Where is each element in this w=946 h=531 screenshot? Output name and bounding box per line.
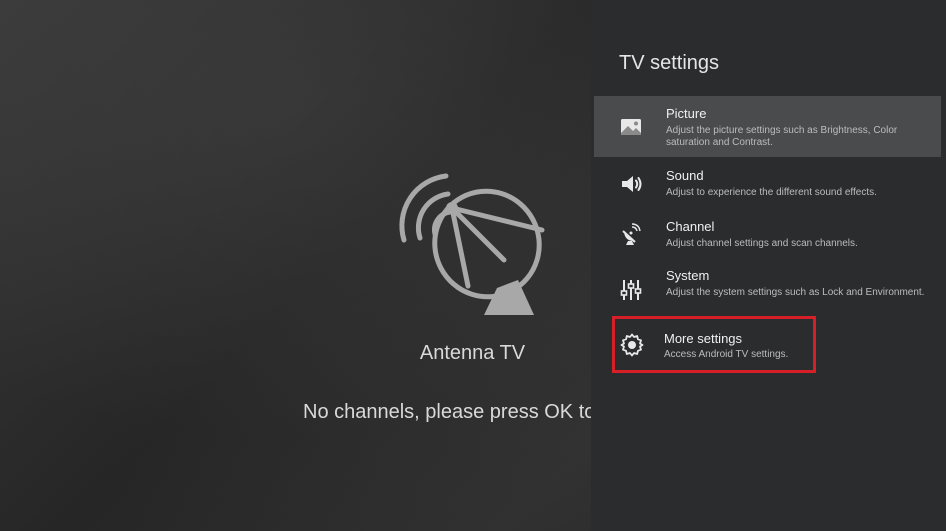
sliders-icon bbox=[620, 280, 642, 300]
highlight-box bbox=[612, 316, 816, 373]
menu-item-sound[interactable]: Sound Adjust to experience the different… bbox=[594, 160, 941, 206]
menu-item-description: Adjust the system settings such as Lock … bbox=[666, 287, 925, 298]
menu-item-system[interactable]: System Adjust the system settings such a… bbox=[594, 262, 941, 314]
menu-item-label: Sound bbox=[666, 168, 704, 183]
menu-item-picture[interactable]: Picture Adjust the picture settings such… bbox=[594, 96, 941, 157]
picture-icon bbox=[621, 119, 641, 135]
no-channels-message: No channels, please press OK to bbox=[303, 401, 596, 423]
panel-title: TV settings bbox=[619, 52, 720, 74]
speaker-icon bbox=[622, 176, 642, 192]
menu-item-description: Adjust the picture settings such as Brig… bbox=[666, 125, 898, 148]
menu-item-label: Channel bbox=[666, 219, 715, 234]
tv-screen: Antenna TV No channels, please press OK … bbox=[0, 0, 946, 531]
menu-item-channel[interactable]: Channel Adjust channel settings and scan… bbox=[594, 210, 941, 256]
menu-item-description: Adjust channel settings and scan channel… bbox=[666, 238, 858, 249]
input-title: Antenna TV bbox=[419, 342, 526, 364]
menu-item-label: System bbox=[666, 268, 710, 283]
satellite-dish-icon bbox=[622, 223, 641, 245]
menu-item-label: Picture bbox=[666, 106, 707, 121]
menu-item-description: Adjust to experience the different sound… bbox=[666, 187, 877, 198]
tv-settings-panel: TV settings Picture Adjust the picture s… bbox=[591, 0, 946, 531]
satellite-dish-icon bbox=[399, 173, 545, 315]
